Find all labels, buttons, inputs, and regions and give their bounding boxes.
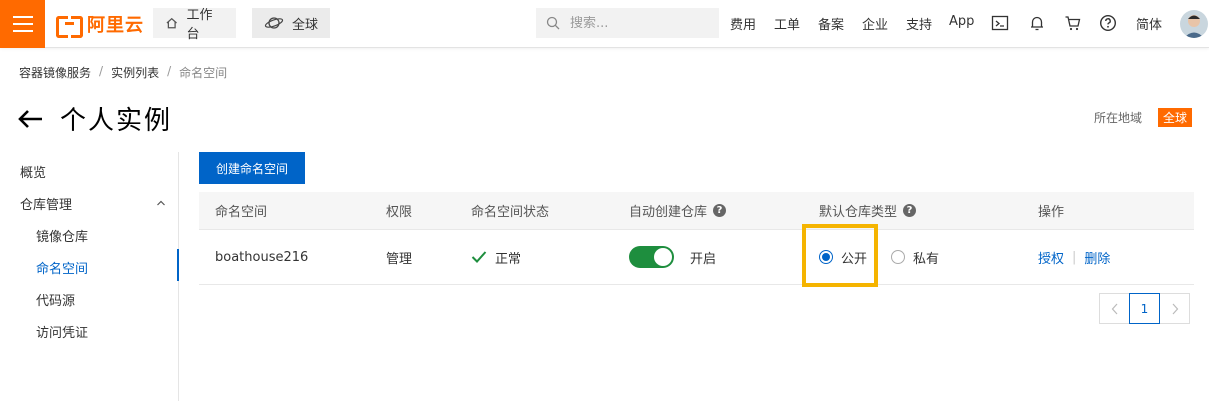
aliyun-logo[interactable]: 阿里云 [56, 12, 144, 38]
pagination-next-button[interactable] [1159, 293, 1190, 324]
highlight-annotation [802, 224, 878, 287]
workbench-button[interactable]: 工作台 [153, 8, 236, 42]
home-icon [166, 17, 177, 29]
nav-support[interactable]: 支持 [906, 14, 932, 33]
sidebar-item-image-repos[interactable]: 镜像仓库 [36, 226, 88, 245]
search-icon [546, 16, 560, 30]
authorize-link[interactable]: 授权 [1038, 248, 1064, 267]
chevron-right-icon [1172, 303, 1178, 314]
region-label: 所在地域 [1093, 111, 1142, 125]
breadcrumb-instance-list[interactable]: 实例列表 [111, 64, 159, 81]
column-header-permission: 权限 [386, 205, 413, 220]
global-region-button[interactable]: 全球 [252, 8, 330, 38]
nav-fees[interactable]: 费用 [730, 14, 756, 33]
column-header-status: 命名空间状态 [471, 205, 550, 220]
auto-create-value: 开启 [690, 251, 717, 267]
page-title: 个人实例 [60, 106, 173, 136]
hamburger-menu-icon[interactable] [0, 0, 45, 48]
column-header-auto-create: 自动创建仓库 ? [629, 192, 727, 229]
chevron-left-icon [1111, 303, 1117, 314]
namespace-table: 命名空间 权限 命名空间状态 自动创建仓库 ? 默认仓库类型 ? 操作 boat… [199, 192, 1194, 285]
pagination: 1 [1099, 293, 1190, 324]
radio-private[interactable] [891, 250, 906, 264]
region-indicator: 所在地域 全球 [1094, 108, 1192, 127]
help-icon[interactable]: ? [713, 204, 727, 217]
column-header-namespace: 命名空间 [215, 205, 268, 220]
help-circle-icon[interactable] [1099, 14, 1117, 32]
sidebar: 概览 仓库管理 镜像仓库 命名空间 代码源 访问凭证 [0, 152, 179, 401]
global-label: 全球 [292, 17, 319, 33]
status-cell: 正常 [471, 230, 521, 284]
language-switch[interactable]: 简体 [1136, 14, 1162, 33]
permission-value: 管理 [386, 251, 413, 267]
terminal-icon[interactable] [991, 14, 1009, 32]
search-box[interactable] [536, 8, 719, 38]
nav-icp-filing[interactable]: 备案 [818, 14, 844, 33]
nav-app[interactable]: App [949, 14, 974, 29]
page-header: 个人实例 [18, 100, 172, 137]
auto-create-cell: 开启 [629, 230, 716, 284]
check-icon [471, 251, 487, 263]
sidebar-active-indicator [177, 249, 179, 281]
column-header-actions: 操作 [1038, 205, 1065, 220]
default-repo-type-header-label: 默认仓库类型 [819, 205, 898, 220]
user-avatar[interactable] [1180, 10, 1208, 38]
create-namespace-button[interactable]: 创建命名空间 [199, 152, 305, 184]
pagination-page[interactable]: 1 [1129, 293, 1160, 324]
cart-icon[interactable] [1064, 14, 1082, 32]
breadcrumb: 容器镜像服务 / 实例列表 / 命名空间 [19, 64, 227, 81]
sidebar-item-access-credentials[interactable]: 访问凭证 [36, 322, 88, 341]
breadcrumb-separator: / [167, 64, 172, 78]
pagination-prev-button[interactable] [1099, 293, 1130, 324]
status-value: 正常 [495, 251, 522, 267]
breadcrumb-separator: / [99, 64, 104, 78]
radio-private-label[interactable]: 私有 [913, 248, 939, 267]
logo-text: 阿里云 [87, 15, 144, 36]
table-row: boathouse216 管理 正常 开启 公开 私有 授权 | 删除 [199, 230, 1194, 285]
namespace-name: boathouse216 [215, 249, 309, 265]
aliyun-logo-mark-icon [56, 16, 83, 38]
bell-icon[interactable] [1028, 14, 1046, 32]
chevron-up-icon[interactable] [156, 198, 166, 208]
sidebar-item-overview[interactable]: 概览 [20, 162, 46, 181]
actions-divider: | [1072, 249, 1077, 265]
breadcrumb-container-registry[interactable]: 容器镜像服务 [19, 64, 91, 81]
sidebar-item-namespaces[interactable]: 命名空间 [36, 258, 88, 277]
sidebar-item-code-sources[interactable]: 代码源 [36, 290, 75, 309]
table-header: 命名空间 权限 命名空间状态 自动创建仓库 ? 默认仓库类型 ? 操作 [199, 192, 1194, 230]
actions-cell: 授权 | 删除 [1038, 230, 1110, 284]
nav-enterprise[interactable]: 企业 [862, 14, 888, 33]
sidebar-group-repo-management[interactable]: 仓库管理 [20, 194, 72, 213]
region-badge: 全球 [1157, 108, 1192, 127]
search-input[interactable] [570, 15, 700, 31]
auto-create-toggle[interactable] [629, 246, 674, 268]
help-icon[interactable]: ? [903, 204, 917, 217]
delete-link[interactable]: 删除 [1084, 248, 1110, 267]
breadcrumb-current: 命名空间 [179, 66, 228, 80]
back-arrow-icon[interactable] [18, 109, 44, 129]
nav-tickets[interactable]: 工单 [774, 14, 800, 33]
workbench-label: 工作台 [186, 8, 213, 42]
planet-icon [264, 17, 284, 29]
auto-create-header-label: 自动创建仓库 [629, 205, 708, 220]
top-navigation-bar: 阿里云 工作台 全球 费用 工单 备案 企业 支持 App 简体 [0, 0, 1209, 48]
